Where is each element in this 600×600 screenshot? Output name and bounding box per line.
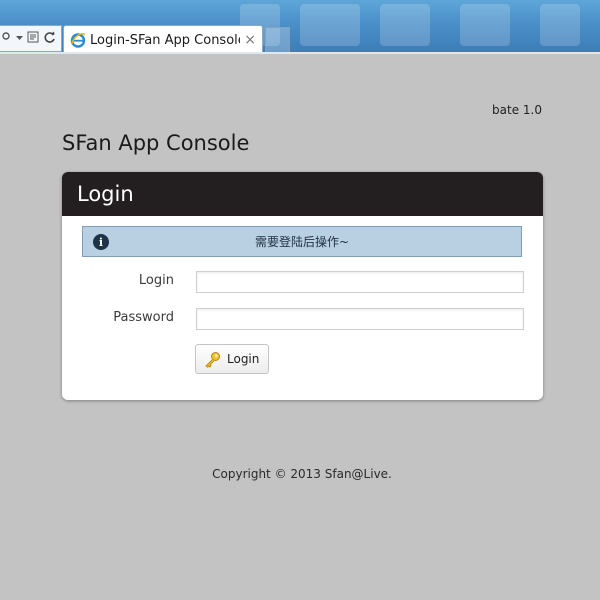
- version-label: bate 1.0: [492, 103, 542, 117]
- login-button-label: Login: [227, 352, 260, 366]
- password-label: Password: [113, 310, 174, 325]
- login-input[interactable]: [196, 271, 524, 293]
- login-label: Login: [138, 273, 174, 288]
- search-dropdown-icon[interactable]: [2, 31, 12, 46]
- page-title: SFan App Console: [62, 131, 250, 155]
- chevron-down-icon[interactable]: [16, 31, 23, 46]
- chrome-divider: [0, 52, 600, 54]
- browser-chrome: Login-SFan App Console ×: [0, 0, 600, 54]
- tab-title: Login-SFan App Console: [90, 32, 241, 48]
- toolbar-blur: [380, 4, 430, 46]
- login-panel: Login i 需要登陆后操作~ Login Password Login: [62, 172, 543, 400]
- toolbar-blur: [300, 4, 360, 46]
- ie-icon: [70, 33, 86, 48]
- info-alert: i 需要登陆后操作~: [82, 226, 522, 257]
- login-row: Login: [62, 271, 543, 293]
- password-input[interactable]: [196, 308, 524, 330]
- toolbar-blur: [540, 4, 580, 46]
- info-icon: i: [93, 234, 109, 250]
- login-button[interactable]: Login: [195, 344, 269, 374]
- compatibility-view-icon[interactable]: [27, 31, 39, 46]
- alert-message: 需要登陆后操作~: [254, 235, 350, 249]
- key-icon: [205, 351, 220, 368]
- new-tab-button[interactable]: [265, 27, 290, 52]
- panel-header: Login: [62, 172, 543, 216]
- password-row: Password: [62, 308, 543, 330]
- browser-tab[interactable]: Login-SFan App Console ×: [63, 25, 263, 54]
- address-bar-end: [0, 25, 62, 52]
- close-icon[interactable]: ×: [244, 32, 256, 48]
- copyright-text: Copyright © 2013 Sfan@Live.: [212, 467, 392, 481]
- panel-title: Login: [77, 182, 134, 206]
- refresh-icon[interactable]: [43, 31, 56, 47]
- toolbar-blur: [460, 4, 510, 46]
